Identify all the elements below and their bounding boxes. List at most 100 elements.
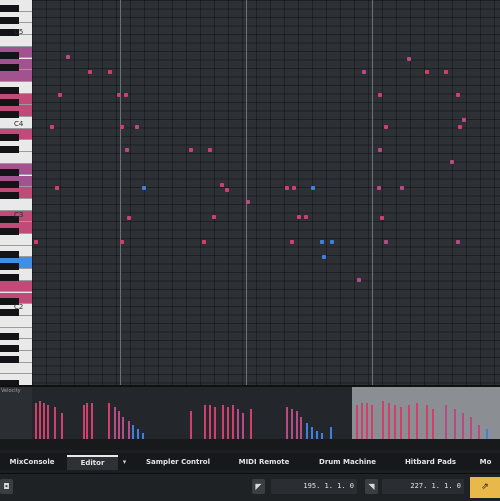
piano-white-key[interactable] <box>0 363 32 375</box>
velocity-bar[interactable] <box>35 403 37 439</box>
velocity-bar[interactable] <box>388 403 390 439</box>
velocity-bar[interactable] <box>400 407 402 439</box>
piano-black-key[interactable] <box>0 5 19 13</box>
piano-black-key[interactable] <box>0 262 19 270</box>
left-locator-icon[interactable]: ◤ <box>252 479 265 494</box>
chevron-down-icon[interactable]: ▾ <box>119 455 130 470</box>
piano-black-key[interactable] <box>0 145 19 153</box>
velocity-bar[interactable] <box>250 409 252 439</box>
velocity-bar[interactable] <box>462 413 464 439</box>
midi-note[interactable] <box>407 57 411 61</box>
midi-note[interactable] <box>127 216 131 220</box>
punch-icon[interactable]: ⇗ <box>470 477 500 498</box>
piano-white-key[interactable] <box>0 152 32 164</box>
midi-note[interactable] <box>220 183 224 187</box>
midi-note[interactable] <box>378 148 382 152</box>
piano-black-key[interactable] <box>0 16 19 24</box>
midi-note[interactable] <box>304 215 308 219</box>
midi-note[interactable] <box>444 70 448 74</box>
velocity-bar[interactable] <box>306 423 308 439</box>
piano-black-key[interactable] <box>0 98 19 106</box>
velocity-bar[interactable] <box>114 407 116 439</box>
velocity-bar[interactable] <box>478 425 480 439</box>
left-locator-field[interactable]: 195. 1. 1. 0 <box>271 479 357 494</box>
velocity-bar[interactable] <box>311 427 313 439</box>
right-locator-icon[interactable]: ◥ <box>365 479 378 494</box>
velocity-bar[interactable] <box>47 405 49 439</box>
velocity-bar[interactable] <box>39 401 41 439</box>
right-locator-field[interactable]: 227. 1. 1. 0 <box>382 479 464 494</box>
velocity-bar[interactable] <box>371 405 373 439</box>
velocity-bar[interactable] <box>382 401 384 439</box>
velocity-bar[interactable] <box>316 431 318 439</box>
velocity-bar[interactable] <box>118 411 120 439</box>
velocity-bar[interactable] <box>222 405 224 439</box>
midi-note[interactable] <box>50 125 54 129</box>
midi-note[interactable] <box>462 118 466 122</box>
midi-note[interactable] <box>456 93 460 97</box>
midi-note[interactable] <box>458 125 462 129</box>
midi-note[interactable] <box>456 240 460 244</box>
velocity-bar[interactable] <box>122 417 124 439</box>
midi-note[interactable] <box>142 186 146 190</box>
velocity-bar[interactable] <box>86 403 88 439</box>
velocity-bar[interactable] <box>426 405 428 439</box>
midi-note[interactable] <box>285 186 289 190</box>
piano-black-key[interactable] <box>0 180 19 188</box>
midi-note[interactable] <box>378 93 382 97</box>
velocity-bar[interactable] <box>209 405 211 439</box>
horizontal-scrollbar[interactable] <box>0 439 500 450</box>
piano-black-key[interactable] <box>0 356 19 364</box>
piano-black-key[interactable] <box>0 52 19 59</box>
velocity-bar[interactable] <box>296 411 298 439</box>
midi-note[interactable] <box>330 240 334 244</box>
piano-black-key[interactable] <box>0 110 19 118</box>
midi-note[interactable] <box>55 186 59 190</box>
midi-note[interactable] <box>212 215 216 219</box>
midi-note[interactable] <box>124 93 128 97</box>
velocity-bar[interactable] <box>128 421 130 439</box>
velocity-bar[interactable] <box>330 427 332 439</box>
midi-note[interactable] <box>297 215 301 219</box>
midi-note[interactable] <box>225 188 229 192</box>
tab-sampler-control[interactable]: Sampler Control <box>133 455 223 470</box>
midi-note[interactable] <box>189 148 193 152</box>
velocity-bar[interactable] <box>300 417 302 439</box>
midi-note[interactable] <box>66 55 70 59</box>
piano-white-key[interactable] <box>0 70 32 82</box>
piano-black-key[interactable] <box>0 169 19 176</box>
midi-note[interactable] <box>322 255 326 259</box>
velocity-bar[interactable] <box>242 413 244 439</box>
midi-note[interactable] <box>117 93 121 97</box>
velocity-bar[interactable] <box>291 409 293 439</box>
velocity-bar[interactable] <box>132 425 134 439</box>
velocity-bar[interactable] <box>366 403 368 439</box>
velocity-bar[interactable] <box>432 409 434 439</box>
velocity-bar[interactable] <box>204 405 206 439</box>
midi-note[interactable] <box>400 186 404 190</box>
midi-note[interactable] <box>88 70 92 74</box>
velocity-bar[interactable] <box>61 413 63 439</box>
velocity-bar[interactable] <box>416 403 418 439</box>
velocity-bar[interactable] <box>214 407 216 439</box>
midi-note[interactable] <box>384 240 388 244</box>
velocity-bar[interactable] <box>227 407 229 439</box>
midi-note[interactable] <box>125 148 129 152</box>
tab-mixconsole[interactable]: MixConsole <box>0 455 64 470</box>
piano-white-key[interactable] <box>0 199 32 211</box>
piano-black-key[interactable] <box>0 133 19 141</box>
velocity-bar[interactable] <box>108 403 110 439</box>
velocity-bar[interactable] <box>91 403 93 439</box>
tab-hitbard-pads[interactable]: Hitbard Pads <box>393 455 468 470</box>
midi-note[interactable] <box>377 186 381 190</box>
piano-black-key[interactable] <box>0 250 19 258</box>
velocity-bar[interactable] <box>454 409 456 439</box>
piano-black-key[interactable] <box>0 344 19 352</box>
velocity-bar[interactable] <box>408 405 410 439</box>
velocity-bar[interactable] <box>237 409 239 439</box>
midi-note[interactable] <box>246 200 250 204</box>
lock-icon[interactable]: ◘ <box>0 479 13 494</box>
piano-black-key[interactable] <box>0 192 19 200</box>
tab-drum-machine[interactable]: Drum Machine <box>305 455 390 470</box>
velocity-bar[interactable] <box>394 405 396 439</box>
